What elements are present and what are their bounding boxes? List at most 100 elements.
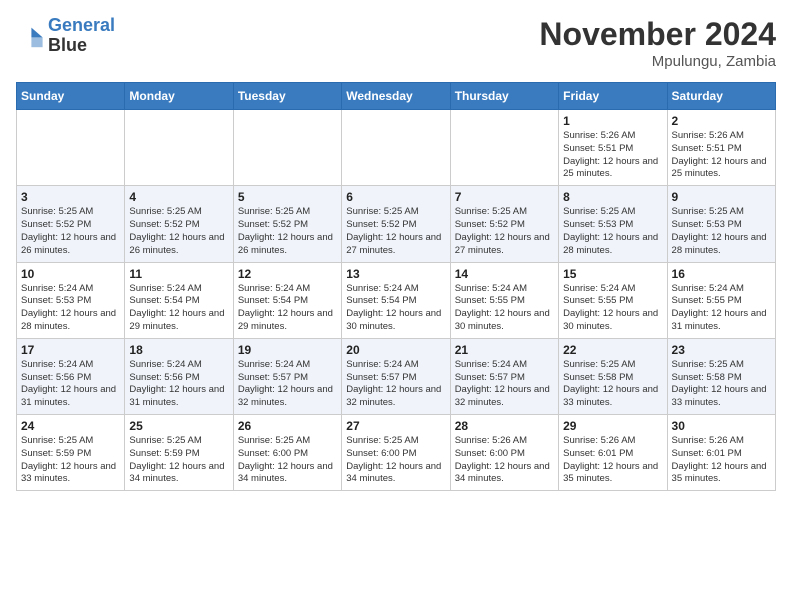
day-info: Sunrise: 5:26 AM Sunset: 5:51 PM Dayligh…: [563, 130, 662, 181]
day-info: Sunrise: 5:25 AM Sunset: 5:52 PM Dayligh…: [455, 206, 554, 257]
day-info: Sunrise: 5:24 AM Sunset: 5:57 PM Dayligh…: [346, 359, 445, 410]
logo-icon: [16, 22, 44, 50]
calendar-day-cell: 20 Sunrise: 5:24 AM Sunset: 5:57 PM Dayli…: [342, 338, 450, 414]
calendar-day-cell: 21 Sunrise: 5:24 AM Sunset: 5:57 PM Dayli…: [450, 338, 558, 414]
day-number: 15: [563, 267, 662, 281]
day-number: 16: [672, 267, 771, 281]
calendar-week-row: 17 Sunrise: 5:24 AM Sunset: 5:56 PM Dayli…: [17, 338, 776, 414]
calendar-day-cell: 30 Sunrise: 5:26 AM Sunset: 6:01 PM Dayli…: [667, 415, 775, 491]
title-block: November 2024 Mpulungu, Zambia: [539, 16, 776, 70]
calendar-day-cell: 28 Sunrise: 5:26 AM Sunset: 6:00 PM Dayli…: [450, 415, 558, 491]
calendar-day-cell: 25 Sunrise: 5:25 AM Sunset: 5:59 PM Dayli…: [125, 415, 233, 491]
logo-text: General Blue: [48, 16, 115, 56]
day-number: 14: [455, 267, 554, 281]
month-title: November 2024: [539, 16, 776, 53]
calendar-day-cell: 3 Sunrise: 5:25 AM Sunset: 5:52 PM Daylig…: [17, 186, 125, 262]
day-number: 8: [563, 190, 662, 204]
calendar-day-cell: 29 Sunrise: 5:26 AM Sunset: 6:01 PM Dayli…: [559, 415, 667, 491]
day-number: 1: [563, 114, 662, 128]
day-number: 27: [346, 419, 445, 433]
day-info: Sunrise: 5:26 AM Sunset: 6:01 PM Dayligh…: [672, 435, 771, 486]
weekday-header: Wednesday: [342, 83, 450, 110]
day-number: 17: [21, 343, 120, 357]
page-header: General Blue November 2024 Mpulungu, Zam…: [16, 16, 776, 70]
calendar-day-cell: 24Sunrise: 5:25 AM Sunset: 5:59 PM Dayli…: [17, 415, 125, 491]
day-info: Sunrise: 5:25 AM Sunset: 5:52 PM Dayligh…: [21, 206, 120, 257]
logo: General Blue: [16, 16, 115, 56]
calendar-week-row: 24 Sunrise: 5:25 AM Sunset: 5:59 PM Dayli…: [17, 415, 776, 491]
day-number: 2: [672, 114, 771, 128]
day-info: Sunrise: 5:25 AM Sunset: 5:59 PM Dayligh…: [129, 435, 228, 486]
calendar-day-cell: [17, 110, 125, 186]
weekday-header: Thursday: [450, 83, 558, 110]
day-number: 3: [21, 190, 120, 204]
calendar-day-cell: 26 Sunrise: 5:25 AM Sunset: 6:00 PM Dayli…: [233, 415, 341, 491]
calendar-day-cell: 11Sunrise: 5:24 AM Sunset: 5:54 PM Dayli…: [125, 262, 233, 338]
day-info: Sunrise: 5:25 AM Sunset: 5:58 PM Dayligh…: [672, 359, 771, 410]
calendar-day-cell: 16 Sunrise: 5:24 AM Sunset: 5:55 PM Dayli…: [667, 262, 775, 338]
day-info: Sunrise: 5:25 AM Sunset: 5:53 PM Dayligh…: [672, 206, 771, 257]
day-number: 12: [238, 267, 337, 281]
day-info: Sunrise: 5:26 AM Sunset: 6:01 PM Dayligh…: [563, 435, 662, 486]
day-info: Sunrise: 5:25 AM Sunset: 5:58 PM Dayligh…: [563, 359, 662, 410]
day-info: Sunrise: 5:24 AM Sunset: 5:53 PM Dayligh…: [21, 283, 120, 334]
calendar-day-cell: 27Sunrise: 5:25 AM Sunset: 6:00 PM Dayli…: [342, 415, 450, 491]
calendar-day-cell: 6Sunrise: 5:25 AM Sunset: 5:52 PM Daylig…: [342, 186, 450, 262]
day-info: Sunrise: 5:24 AM Sunset: 5:56 PM Dayligh…: [21, 359, 120, 410]
day-number: 23: [672, 343, 771, 357]
day-number: 6: [346, 190, 445, 204]
weekday-header: Monday: [125, 83, 233, 110]
calendar-day-cell: 15 Sunrise: 5:24 AM Sunset: 5:55 PM Dayli…: [559, 262, 667, 338]
calendar-table: SundayMondayTuesdayWednesdayThursdayFrid…: [16, 82, 776, 491]
calendar-day-cell: 8 Sunrise: 5:25 AM Sunset: 5:53 PM Daylig…: [559, 186, 667, 262]
day-info: Sunrise: 5:25 AM Sunset: 5:53 PM Dayligh…: [563, 206, 662, 257]
day-number: 20: [346, 343, 445, 357]
calendar-day-cell: 7 Sunrise: 5:25 AM Sunset: 5:52 PM Daylig…: [450, 186, 558, 262]
day-info: Sunrise: 5:24 AM Sunset: 5:57 PM Dayligh…: [238, 359, 337, 410]
calendar-day-cell: 19 Sunrise: 5:24 AM Sunset: 5:57 PM Dayli…: [233, 338, 341, 414]
day-number: 22: [563, 343, 662, 357]
day-info: Sunrise: 5:24 AM Sunset: 5:54 PM Dayligh…: [129, 283, 228, 334]
calendar-day-cell: 13 Sunrise: 5:24 AM Sunset: 5:54 PM Dayli…: [342, 262, 450, 338]
calendar-day-cell: 4Sunrise: 5:25 AM Sunset: 5:52 PM Daylig…: [125, 186, 233, 262]
calendar-day-cell: 14 Sunrise: 5:24 AM Sunset: 5:55 PM Dayli…: [450, 262, 558, 338]
weekday-header: Sunday: [17, 83, 125, 110]
calendar-day-cell: [342, 110, 450, 186]
day-number: 7: [455, 190, 554, 204]
calendar-day-cell: 1 Sunrise: 5:26 AM Sunset: 5:51 PM Daylig…: [559, 110, 667, 186]
day-info: Sunrise: 5:24 AM Sunset: 5:55 PM Dayligh…: [672, 283, 771, 334]
day-number: 30: [672, 419, 771, 433]
day-number: 26: [238, 419, 337, 433]
weekday-header-row: SundayMondayTuesdayWednesdayThursdayFrid…: [17, 83, 776, 110]
day-number: 29: [563, 419, 662, 433]
day-info: Sunrise: 5:24 AM Sunset: 5:56 PM Dayligh…: [129, 359, 228, 410]
calendar-day-cell: 22 Sunrise: 5:25 AM Sunset: 5:58 PM Dayli…: [559, 338, 667, 414]
day-number: 9: [672, 190, 771, 204]
day-number: 18: [129, 343, 228, 357]
calendar-day-cell: [125, 110, 233, 186]
day-number: 28: [455, 419, 554, 433]
day-number: 5: [238, 190, 337, 204]
calendar-day-cell: 12 Sunrise: 5:24 AM Sunset: 5:54 PM Dayli…: [233, 262, 341, 338]
day-number: 19: [238, 343, 337, 357]
weekday-header: Friday: [559, 83, 667, 110]
day-info: Sunrise: 5:24 AM Sunset: 5:57 PM Dayligh…: [455, 359, 554, 410]
weekday-header: Saturday: [667, 83, 775, 110]
day-number: 13: [346, 267, 445, 281]
day-info: Sunrise: 5:25 AM Sunset: 5:52 PM Dayligh…: [129, 206, 228, 257]
day-info: Sunrise: 5:26 AM Sunset: 5:51 PM Dayligh…: [672, 130, 771, 181]
weekday-header: Tuesday: [233, 83, 341, 110]
day-info: Sunrise: 5:26 AM Sunset: 6:00 PM Dayligh…: [455, 435, 554, 486]
day-info: Sunrise: 5:24 AM Sunset: 5:55 PM Dayligh…: [455, 283, 554, 334]
calendar-day-cell: 5Sunrise: 5:25 AM Sunset: 5:52 PM Daylig…: [233, 186, 341, 262]
day-number: 24: [21, 419, 120, 433]
calendar-day-cell: 23 Sunrise: 5:25 AM Sunset: 5:58 PM Dayli…: [667, 338, 775, 414]
calendar-day-cell: 2 Sunrise: 5:26 AM Sunset: 5:51 PM Daylig…: [667, 110, 775, 186]
day-number: 21: [455, 343, 554, 357]
calendar-day-cell: 9 Sunrise: 5:25 AM Sunset: 5:53 PM Daylig…: [667, 186, 775, 262]
day-info: Sunrise: 5:25 AM Sunset: 6:00 PM Dayligh…: [238, 435, 337, 486]
day-info: Sunrise: 5:24 AM Sunset: 5:54 PM Dayligh…: [238, 283, 337, 334]
day-info: Sunrise: 5:24 AM Sunset: 5:54 PM Dayligh…: [346, 283, 445, 334]
day-number: 25: [129, 419, 228, 433]
day-info: Sunrise: 5:24 AM Sunset: 5:55 PM Dayligh…: [563, 283, 662, 334]
